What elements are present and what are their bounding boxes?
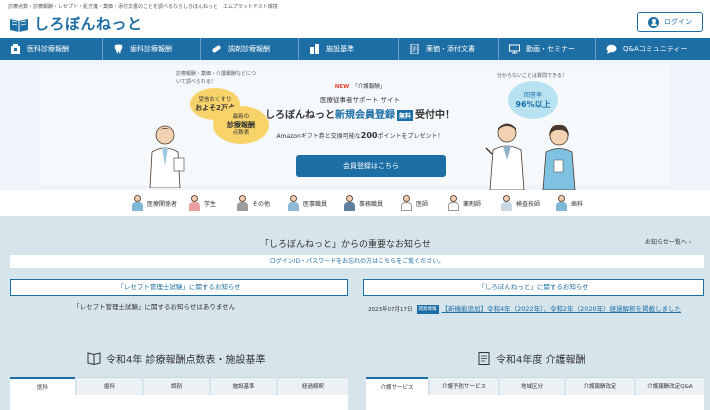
new-tag: NEW	[334, 84, 350, 90]
person-icon	[555, 194, 568, 212]
monitor-icon	[509, 44, 520, 54]
nurse-illustration-right	[537, 122, 581, 192]
person-icon	[500, 194, 513, 212]
tab-chiiki[interactable]: 地域区分	[500, 377, 564, 395]
nav-item-qa[interactable]: Q&Aコミュニティー	[596, 38, 710, 60]
role-iji[interactable]: 医事職員	[287, 194, 327, 212]
nav-item-shisetsu[interactable]: 施設基準	[299, 38, 399, 60]
content-area: 「しろぼんねっと」からの重要なお知らせ お知らせ一覧へ › ログインID・パスワ…	[0, 216, 710, 410]
nav-item-chozai[interactable]: 調剤診療報酬	[201, 38, 299, 60]
tab-kaitei[interactable]: 介護報酬改定	[566, 377, 634, 395]
nav-item-ika[interactable]: 医科診療報酬	[0, 38, 103, 60]
role-shika[interactable]: 歯科	[555, 194, 583, 212]
user-icon	[648, 16, 659, 28]
person-icon	[343, 194, 356, 212]
person-icon	[447, 194, 460, 212]
site-tagline: 診療点数・診療報酬・レセプト・処方箋・薬価・添付文書のことを調べるならしろぼんね…	[8, 4, 278, 10]
hero-banner[interactable]: 診療報酬・薬価・介護報酬などについて調べられる！ 受信おくすり およそ2万点 最…	[0, 60, 710, 192]
tooth-icon	[113, 44, 124, 54]
password-notice-link[interactable]: ログインID・パスワードをお忘れの方はこちらをご覧ください。	[10, 255, 704, 268]
login-label: ログイン	[664, 18, 692, 26]
tab-chozai[interactable]: 調剤	[144, 377, 209, 395]
dev-info-badge: 開発情報	[416, 305, 439, 314]
shinryou-tabs: 医科 歯科 調剤 施設基準 経過解釈	[10, 377, 348, 395]
site-news-header: 「しろぼんねっと」に関するお知らせ	[363, 279, 704, 296]
person-icon	[188, 194, 201, 212]
book-icon	[87, 352, 101, 366]
document-icon	[409, 43, 420, 55]
nav-item-yakka[interactable]: 薬価・添付文書	[399, 38, 499, 60]
important-news-title: 「しろぼんねっと」からの重要なお知らせ	[260, 240, 431, 250]
building-icon	[10, 44, 21, 54]
tab-kaigo-service[interactable]: 介護サービス	[366, 377, 428, 395]
doctor-illustration-left	[140, 122, 190, 190]
role-selector-row: 医療関係者 学生 その他 医事職員 事務職員 医師 薬剤師 検査技師 歯科	[0, 190, 710, 216]
hero-center-copy: NEW 「介護報酬」 医療従事者サポート サイト しろぼんねっと新規会員登録 無料受…	[260, 82, 460, 140]
chat-icon	[606, 44, 617, 54]
section-title-shinryou: 令和4年 診療報酬点数表・施設基準	[87, 351, 266, 366]
role-sonota[interactable]: その他	[236, 194, 270, 212]
role-gakusei[interactable]: 学生	[188, 194, 216, 212]
section-title-kaigo: 令和4年度 介護報酬	[477, 351, 586, 366]
register-button[interactable]: 会員登録はこちら	[296, 155, 446, 177]
tab-ika[interactable]: 医科	[10, 377, 75, 395]
login-button[interactable]: ログイン	[637, 12, 703, 32]
news-list-link[interactable]: お知らせ一覧へ ›	[645, 237, 691, 246]
role-ishi[interactable]: 医師	[400, 194, 428, 212]
logo-text: しろぼんねっと	[34, 15, 143, 33]
tab-shisetsu[interactable]: 施設基準	[211, 377, 276, 395]
receipt-exam-news-header: 「レセプト管理士試験」に関するお知らせ	[10, 279, 348, 296]
pill-icon	[211, 44, 222, 54]
kaigo-tabs: 介護サービス 介護予防サービス 地域区分 介護報酬改定 介護報酬改定Q&A	[366, 377, 704, 395]
hero-right-caption: 分からないことは質問できる！	[497, 73, 567, 79]
document-icon	[477, 352, 491, 365]
tab-keika[interactable]: 経過解釈	[278, 377, 348, 395]
hero-left-caption: 診療報酬・薬価・介護報酬などについて調べられる！	[176, 71, 257, 85]
doctor-illustration-right	[482, 120, 532, 192]
person-icon	[131, 194, 144, 212]
role-jimu[interactable]: 事務職員	[343, 194, 383, 212]
free-badge: 無料	[396, 109, 413, 121]
site-news-item[interactable]: 2023年07月17日 開発情報 【新機能追加】令和4年（2022年）、令和2年（2…	[368, 304, 698, 316]
tab-shika[interactable]: 歯科	[77, 377, 142, 395]
answer-rate-bubble: 回答率 96%以上	[508, 81, 558, 119]
main-nav: 医科診療報酬 歯科診療報酬 調剤診療報酬 施設基準 薬価・添付文書 動画・セミナ…	[0, 38, 710, 60]
role-iryou[interactable]: 医療関係者	[131, 194, 177, 212]
tab-kaitei-qa[interactable]: 介護報酬改定Q&A	[636, 377, 704, 395]
site-header: 診療点数・診療報酬・レセプト・処方箋・薬価・添付文書のことを調べるならしろぼんね…	[0, 0, 710, 38]
role-yakuzaishi[interactable]: 薬剤師	[447, 194, 481, 212]
person-icon	[287, 194, 300, 212]
role-kensa[interactable]: 検査技師	[500, 194, 540, 212]
nav-item-douga[interactable]: 動画・セミナー	[499, 38, 596, 60]
facility-icon	[309, 44, 320, 54]
amazon-points-copy: Amazonギフト券と交換可能な200ポイントをプレゼント！	[276, 131, 444, 140]
person-icon	[400, 194, 413, 212]
book-icon	[9, 16, 29, 32]
tab-kaigo-yobou[interactable]: 介護予防サービス	[430, 377, 498, 395]
hero-main-copy: しろぼんねっと新規会員登録 無料 受付中！	[264, 109, 455, 121]
nav-item-shika[interactable]: 歯科診療報酬	[103, 38, 201, 60]
person-icon	[236, 194, 249, 212]
site-logo[interactable]: しろぼんねっと	[9, 13, 143, 34]
receipt-exam-empty: 「レセプト管理士試験」に関するお知らせはありません	[73, 303, 236, 311]
